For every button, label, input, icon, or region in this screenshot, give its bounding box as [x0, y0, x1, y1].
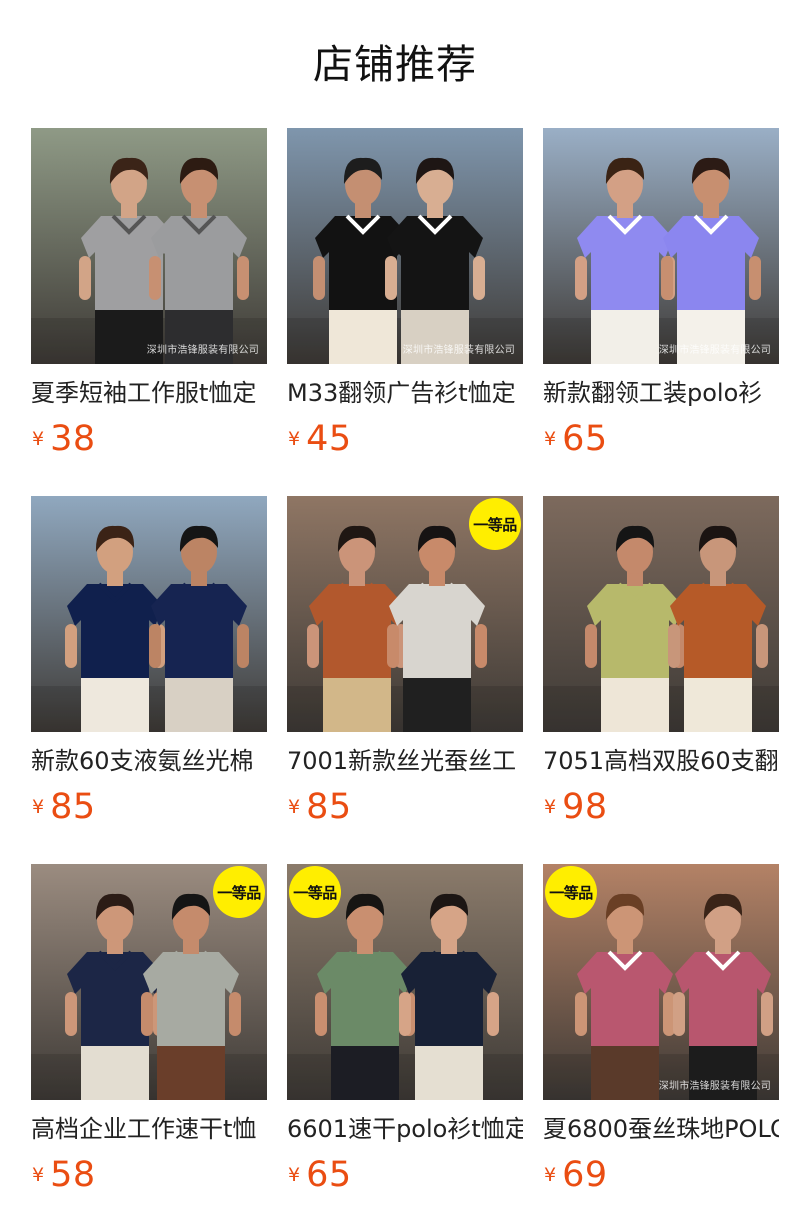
price-value: 65	[306, 1154, 352, 1195]
product-title[interactable]: 新款翻领工装polo衫	[543, 378, 779, 408]
price-value: 45	[306, 418, 352, 459]
product-image[interactable]	[543, 496, 779, 732]
quality-badge: 一等品	[213, 866, 265, 918]
product-price: ¥45	[287, 418, 523, 459]
product-photo	[31, 496, 267, 732]
product-card[interactable]: 深圳市浩锋服装有限公司 M33翻领广告衫t恤定 ¥45	[287, 128, 523, 496]
product-title[interactable]: M33翻领广告衫t恤定	[287, 378, 523, 408]
currency-symbol: ¥	[288, 1163, 301, 1186]
price-value: 85	[306, 786, 352, 827]
currency-symbol: ¥	[544, 1163, 557, 1186]
price-value: 38	[50, 418, 96, 459]
product-title[interactable]: 高档企业工作速干t恤	[31, 1114, 267, 1144]
image-watermark: 深圳市浩锋服装有限公司	[146, 345, 259, 356]
product-card[interactable]: 深圳市浩锋服装有限公司 一等品 夏6800蚕丝珠地POLO ¥69	[543, 864, 779, 1232]
currency-symbol: ¥	[32, 427, 45, 450]
product-photo	[31, 128, 267, 364]
product-card[interactable]: 深圳市浩锋服装有限公司 新款翻领工装polo衫 ¥65	[543, 128, 779, 496]
product-photo	[543, 496, 779, 732]
product-price: ¥69	[543, 1154, 779, 1195]
product-price: ¥65	[543, 418, 779, 459]
product-price: ¥65	[287, 1154, 523, 1195]
product-card[interactable]: 7051高档双股60支翻 ¥98	[543, 496, 779, 864]
product-title[interactable]: 夏季短袖工作服t恤定	[31, 378, 267, 408]
product-card[interactable]: 深圳市浩锋服装有限公司 夏季短袖工作服t恤定 ¥38	[31, 128, 267, 496]
product-title[interactable]: 6601速干polo衫t恤定	[287, 1114, 523, 1144]
product-image[interactable]	[31, 496, 267, 732]
image-watermark: 深圳市浩锋服装有限公司	[658, 345, 771, 356]
product-price: ¥38	[31, 418, 267, 459]
product-card[interactable]: 新款60支液氨丝光棉 ¥85	[31, 496, 267, 864]
product-title[interactable]: 7001新款丝光蚕丝工	[287, 746, 523, 776]
quality-badge: 一等品	[545, 866, 597, 918]
store-recommendations-page: 店铺推荐 深圳市浩锋服装有限公司 夏季短袖工作服t恤定 ¥38 深圳市浩锋服装有…	[0, 0, 790, 1232]
product-image[interactable]: 深圳市浩锋服装有限公司	[543, 128, 779, 364]
price-value: 58	[50, 1154, 96, 1195]
price-value: 85	[50, 786, 96, 827]
image-watermark: 深圳市浩锋服装有限公司	[658, 1081, 771, 1092]
quality-badge: 一等品	[289, 866, 341, 918]
product-price: ¥85	[287, 786, 523, 827]
product-image[interactable]: 一等品	[287, 864, 523, 1100]
product-price: ¥58	[31, 1154, 267, 1195]
product-price: ¥85	[31, 786, 267, 827]
product-image[interactable]: 深圳市浩锋服装有限公司	[31, 128, 267, 364]
product-photo	[287, 128, 523, 364]
currency-symbol: ¥	[544, 795, 557, 818]
product-title[interactable]: 7051高档双股60支翻	[543, 746, 779, 776]
currency-symbol: ¥	[288, 427, 301, 450]
product-card[interactable]: 一等品 7001新款丝光蚕丝工 ¥85	[287, 496, 523, 864]
price-value: 69	[562, 1154, 608, 1195]
product-card[interactable]: 一等品 高档企业工作速干t恤 ¥58	[31, 864, 267, 1232]
currency-symbol: ¥	[544, 427, 557, 450]
product-grid: 深圳市浩锋服装有限公司 夏季短袖工作服t恤定 ¥38 深圳市浩锋服装有限公司 M…	[31, 128, 779, 1232]
product-image[interactable]: 深圳市浩锋服装有限公司 一等品	[543, 864, 779, 1100]
product-card[interactable]: 一等品 6601速干polo衫t恤定 ¥65	[287, 864, 523, 1232]
currency-symbol: ¥	[32, 1163, 45, 1186]
product-price: ¥98	[543, 786, 779, 827]
price-value: 98	[562, 786, 608, 827]
product-title[interactable]: 新款60支液氨丝光棉	[31, 746, 267, 776]
currency-symbol: ¥	[32, 795, 45, 818]
product-image[interactable]: 一等品	[287, 496, 523, 732]
product-photo	[543, 128, 779, 364]
image-watermark: 深圳市浩锋服装有限公司	[402, 345, 515, 356]
price-value: 65	[562, 418, 608, 459]
page-title: 店铺推荐	[313, 42, 477, 88]
quality-badge: 一等品	[469, 498, 521, 550]
product-image[interactable]: 深圳市浩锋服装有限公司	[287, 128, 523, 364]
product-image[interactable]: 一等品	[31, 864, 267, 1100]
currency-symbol: ¥	[288, 795, 301, 818]
product-title[interactable]: 夏6800蚕丝珠地POLO	[543, 1114, 779, 1144]
